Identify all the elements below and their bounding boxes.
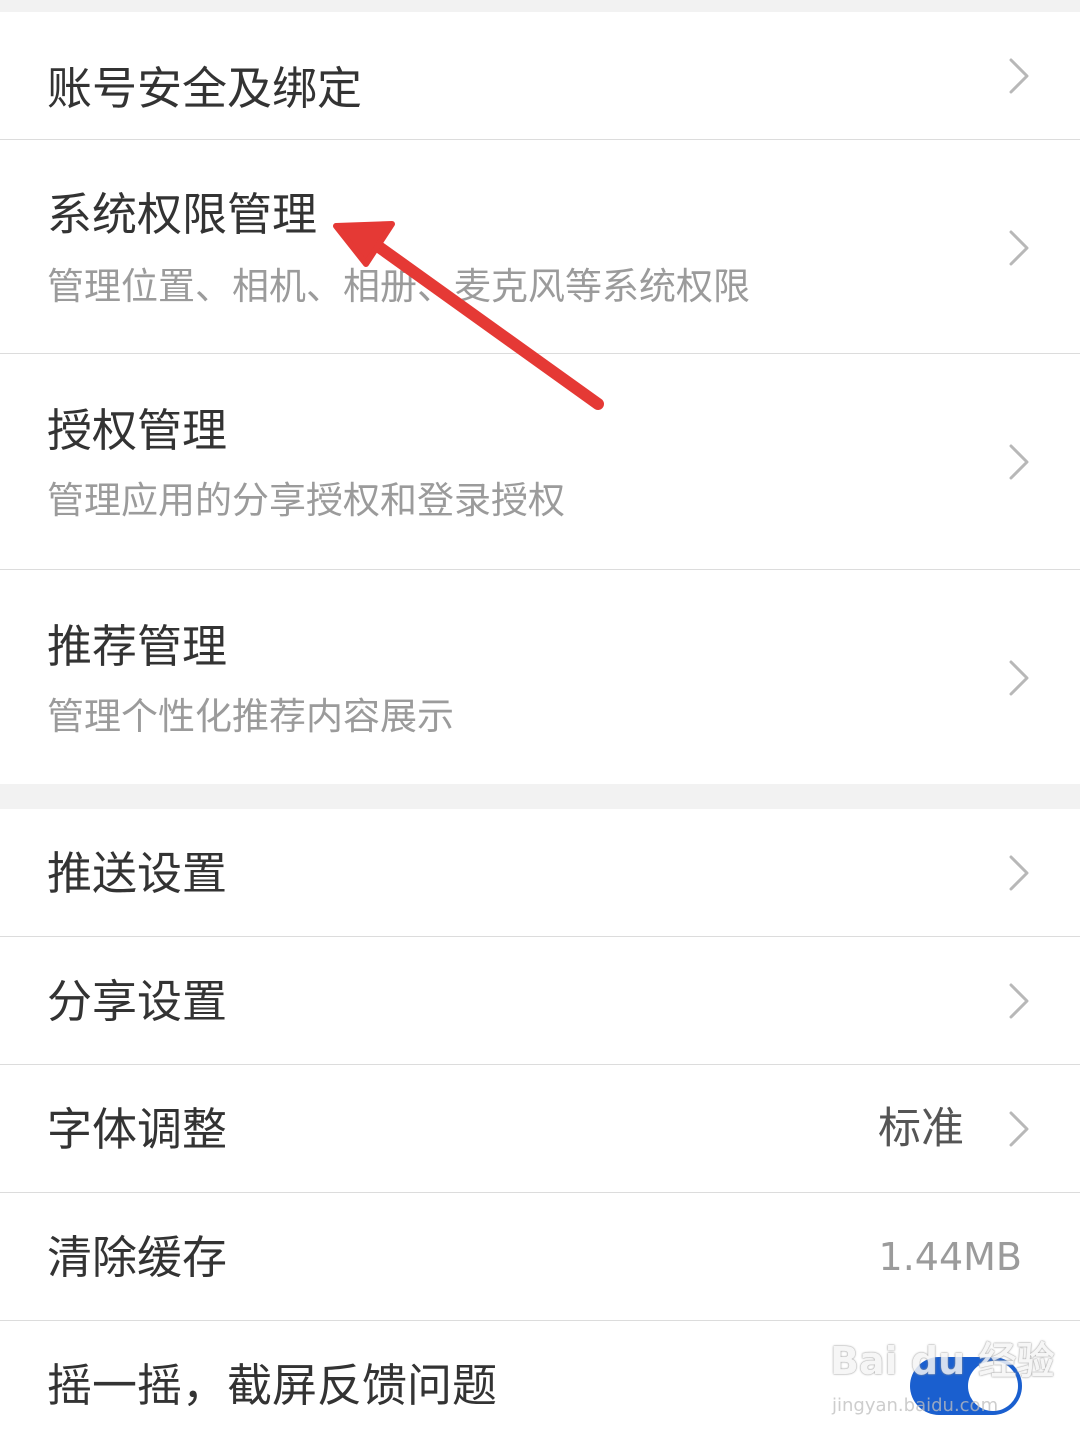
- chevron-right-icon: [1009, 660, 1029, 696]
- row-title: 分享设置: [47, 975, 228, 1028]
- chevron-right-icon: [1009, 58, 1029, 94]
- row-title: 摇一摇，截屏反馈问题: [47, 1359, 498, 1412]
- row-title: 推荐管理: [47, 620, 228, 673]
- row-font-adjust[interactable]: 字体调整 标准: [0, 1065, 1080, 1193]
- settings-group-account: 账号安全及绑定 系统权限管理 管理位置、相机、相册、麦克风等系统权限 授权管理 …: [0, 12, 1080, 784]
- baidu-jingyan-watermark: Bai du 经验 jingyan.baidu.com: [830, 1335, 1054, 1425]
- watermark-url: jingyan.baidu.com: [832, 1395, 999, 1416]
- row-title: 系统权限管理: [47, 188, 318, 241]
- row-system-permissions[interactable]: 系统权限管理 管理位置、相机、相册、麦克风等系统权限: [0, 140, 1080, 354]
- row-push-settings[interactable]: 推送设置: [0, 809, 1080, 937]
- chevron-right-icon: [1009, 1111, 1029, 1147]
- row-clear-cache[interactable]: 清除缓存 1.44MB: [0, 1193, 1080, 1321]
- row-title: 清除缓存: [47, 1231, 228, 1284]
- row-title: 授权管理: [47, 404, 228, 457]
- top-spacer: [0, 0, 1080, 12]
- row-subtitle: 管理应用的分享授权和登录授权: [47, 479, 565, 522]
- row-subtitle: 管理个性化推荐内容展示: [47, 695, 454, 738]
- row-share-settings[interactable]: 分享设置: [0, 937, 1080, 1065]
- chevron-right-icon: [1009, 983, 1029, 1019]
- row-authorization[interactable]: 授权管理 管理应用的分享授权和登录授权: [0, 354, 1080, 570]
- row-title: 推送设置: [47, 847, 228, 900]
- font-size-value: 标准: [878, 1104, 964, 1154]
- row-title: 字体调整: [47, 1103, 228, 1156]
- watermark-logo: Bai du 经验: [830, 1339, 1055, 1383]
- chevron-right-icon: [1009, 444, 1029, 480]
- chevron-right-icon: [1009, 230, 1029, 266]
- row-account-security[interactable]: 账号安全及绑定: [0, 12, 1080, 140]
- row-title: 账号安全及绑定: [47, 62, 363, 115]
- section-divider: [0, 784, 1080, 809]
- row-recommendation[interactable]: 推荐管理 管理个性化推荐内容展示: [0, 570, 1080, 784]
- chevron-right-icon: [1009, 855, 1029, 891]
- row-subtitle: 管理位置、相机、相册、麦克风等系统权限: [47, 265, 750, 308]
- cache-size-value: 1.44MB: [878, 1235, 1022, 1279]
